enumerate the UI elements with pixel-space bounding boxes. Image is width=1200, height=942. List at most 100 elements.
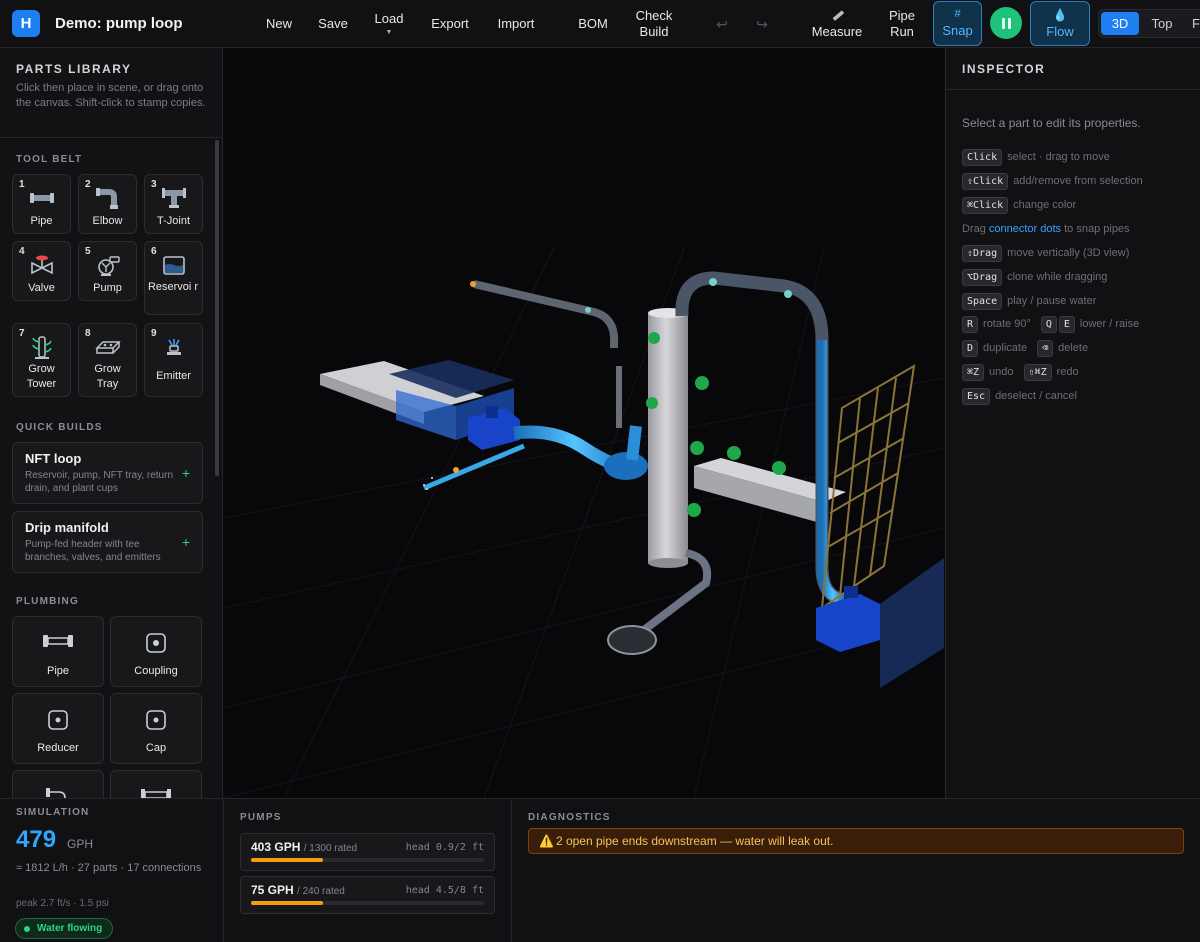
key-hint: Q bbox=[1040, 315, 1057, 333]
plumbing-label: Reducer bbox=[37, 742, 79, 754]
tool-grow-tower[interactable]: 7 Grow Tower bbox=[12, 323, 71, 397]
tool-grow-tray[interactable]: 8 Grow Tray bbox=[78, 323, 137, 397]
bom-button[interactable]: BOM bbox=[574, 0, 612, 48]
shortcut-row: ⇧Drag move vertically (3D view) bbox=[962, 244, 1129, 262]
connector-dot[interactable] bbox=[470, 281, 476, 287]
tool-label: Pipe bbox=[30, 215, 53, 227]
quick-builds-heading: QUICK BUILDS bbox=[16, 422, 103, 433]
ruler-icon: ▬ bbox=[827, 4, 847, 24]
divider bbox=[946, 89, 1200, 90]
tool-belt-heading: TOOL BELT bbox=[16, 154, 83, 165]
project-title[interactable]: Demo: pump loop bbox=[55, 15, 183, 32]
second-pump-model[interactable] bbox=[816, 558, 944, 688]
key-hint: ⇧Click bbox=[962, 172, 1009, 190]
snap-toggle[interactable]: # Snap bbox=[933, 1, 982, 46]
quick-build-title: Drip manifold bbox=[25, 520, 109, 535]
connector-dots-link[interactable]: connector dots bbox=[989, 223, 1061, 235]
emitter-pipe[interactable] bbox=[423, 443, 525, 491]
pipe-run-button[interactable]: Pipe Run bbox=[882, 0, 922, 48]
pause-water-button[interactable] bbox=[990, 7, 1022, 39]
plumbing-heading: PLUMBING bbox=[16, 596, 79, 607]
floor-drain-model[interactable] bbox=[607, 625, 657, 655]
flow-rate-unit: GPH bbox=[67, 837, 94, 851]
app-logo[interactable]: H bbox=[12, 10, 40, 37]
plumbing-cap[interactable]: Cap bbox=[110, 693, 202, 764]
shortcut-row: ⌥Drag clone while dragging bbox=[962, 268, 1107, 286]
tool-elbow[interactable]: 2 Elbow bbox=[78, 174, 137, 234]
plumbing-tee-partial[interactable] bbox=[110, 770, 202, 798]
tool-pump[interactable]: 5 Pump bbox=[78, 241, 137, 301]
shortcut-desc: select · drag to move bbox=[1007, 151, 1110, 163]
overhead-pipe[interactable] bbox=[473, 280, 619, 348]
quick-build-desc: Pump-fed header with tee branches, valve… bbox=[25, 539, 161, 563]
pump-status-card[interactable]: 75 GPH / 240 rated head 4.5/8 ft bbox=[240, 876, 495, 914]
tool-label: Valve bbox=[28, 282, 55, 294]
pump-status-card[interactable]: 403 GPH / 1300 rated head 0.9/2 ft bbox=[240, 833, 495, 871]
riser-pipe[interactable] bbox=[626, 425, 642, 461]
tool-reservoir[interactable]: 6 Reservoi r bbox=[144, 241, 203, 315]
import-button[interactable]: Import bbox=[492, 0, 540, 48]
pause-icon bbox=[1000, 17, 1012, 29]
emitter-icon bbox=[145, 334, 202, 360]
tool-valve[interactable]: 4 Valve bbox=[12, 241, 71, 301]
plumbing-reducer[interactable]: Reducer bbox=[12, 693, 104, 764]
shortcut-row: ⌘Z undo ⇧⌘Z redo bbox=[962, 363, 1079, 381]
load-button[interactable]: Load ▼ bbox=[368, 0, 410, 48]
connector-dot[interactable] bbox=[709, 278, 717, 286]
scene-canvas[interactable] bbox=[224, 48, 944, 798]
tab-3d-view[interactable]: 3D bbox=[1101, 12, 1139, 35]
undo-icon[interactable]: ↩ bbox=[710, 0, 734, 48]
simulation-peak: peak 2.7 ft/s · 1.5 psi bbox=[16, 898, 109, 909]
tool-label: T-Joint bbox=[156, 215, 190, 227]
tab-front-view[interactable]: F bbox=[1185, 12, 1200, 35]
flow-label: Flow bbox=[1046, 23, 1074, 39]
shortcut-desc: play / pause water bbox=[1007, 295, 1097, 307]
flow-toggle[interactable]: 💧 Flow bbox=[1030, 1, 1090, 46]
tool-t-joint[interactable]: 3 T-Joint bbox=[144, 174, 203, 234]
quick-build-drip-manifold[interactable]: Drip manifold Pump-fed header with tee b… bbox=[12, 511, 203, 573]
connector-dot[interactable] bbox=[453, 467, 459, 473]
export-button[interactable]: Export bbox=[427, 0, 473, 48]
connector-dot[interactable] bbox=[585, 307, 591, 313]
plumbing-label: Coupling bbox=[134, 665, 178, 677]
tool-label: Grow Tower bbox=[26, 363, 57, 390]
key-hint: D bbox=[962, 339, 979, 357]
pump-head: head 4.5/8 ft bbox=[405, 885, 484, 896]
pump-load-bar bbox=[251, 858, 484, 862]
load-label: Load bbox=[374, 11, 404, 26]
quick-build-desc: Reservoir, pump, NFT tray, return drain,… bbox=[25, 470, 174, 494]
pump-head: head 0.9/2 ft bbox=[405, 842, 484, 853]
quick-build-nft-loop[interactable]: NFT loop Reservoir, pump, NFT tray, retu… bbox=[12, 442, 203, 504]
tee-fitting-model[interactable] bbox=[604, 452, 648, 480]
plumbing-coupling[interactable]: Coupling bbox=[110, 616, 202, 687]
trellis-model[interactable] bbox=[820, 364, 916, 611]
shortcut-desc: duplicate bbox=[983, 342, 1028, 354]
divider bbox=[0, 137, 222, 138]
inspector-panel: INSPECTOR Select a part to edit its prop… bbox=[945, 48, 1200, 798]
tool-emitter[interactable]: 9 Emitter bbox=[144, 323, 203, 397]
water-drop-icon: 💧 bbox=[1052, 7, 1068, 22]
status-dot-icon bbox=[24, 925, 30, 932]
shortcut-desc: delete bbox=[1058, 342, 1089, 354]
tool-label: Elbow bbox=[92, 215, 123, 227]
shortcut-desc: move vertically (3D view) bbox=[1007, 247, 1130, 259]
scene-viewport[interactable] bbox=[224, 48, 944, 798]
tool-label: Reservoi r bbox=[147, 281, 199, 293]
tool-pipe[interactable]: 1 Pipe bbox=[12, 174, 71, 234]
shortcut-row: Drag connector dots to snap pipes bbox=[962, 220, 1130, 238]
shortcut-row: ⌘Click change color bbox=[962, 196, 1076, 214]
grow-tower-model[interactable] bbox=[648, 308, 688, 568]
save-button[interactable]: Save bbox=[314, 0, 352, 48]
redo-icon[interactable]: ↪ bbox=[750, 0, 774, 48]
plumbing-pipe[interactable]: Pipe bbox=[12, 616, 104, 687]
plumbing-label: Pipe bbox=[46, 665, 70, 677]
diagnostic-warning[interactable]: ⚠️ 2 open pipe ends downstream — water w… bbox=[528, 828, 1184, 854]
plumbing-elbow-partial[interactable] bbox=[12, 770, 104, 798]
parts-scrollbar[interactable] bbox=[215, 140, 219, 476]
connector-dot[interactable] bbox=[784, 290, 792, 298]
check-build-button[interactable]: Check Build bbox=[630, 0, 678, 48]
new-button[interactable]: New bbox=[260, 0, 298, 48]
measure-button[interactable]: ▬ Measure bbox=[808, 0, 866, 48]
tab-top-view[interactable]: Top bbox=[1143, 12, 1181, 35]
key-hint: Space bbox=[962, 292, 1003, 310]
